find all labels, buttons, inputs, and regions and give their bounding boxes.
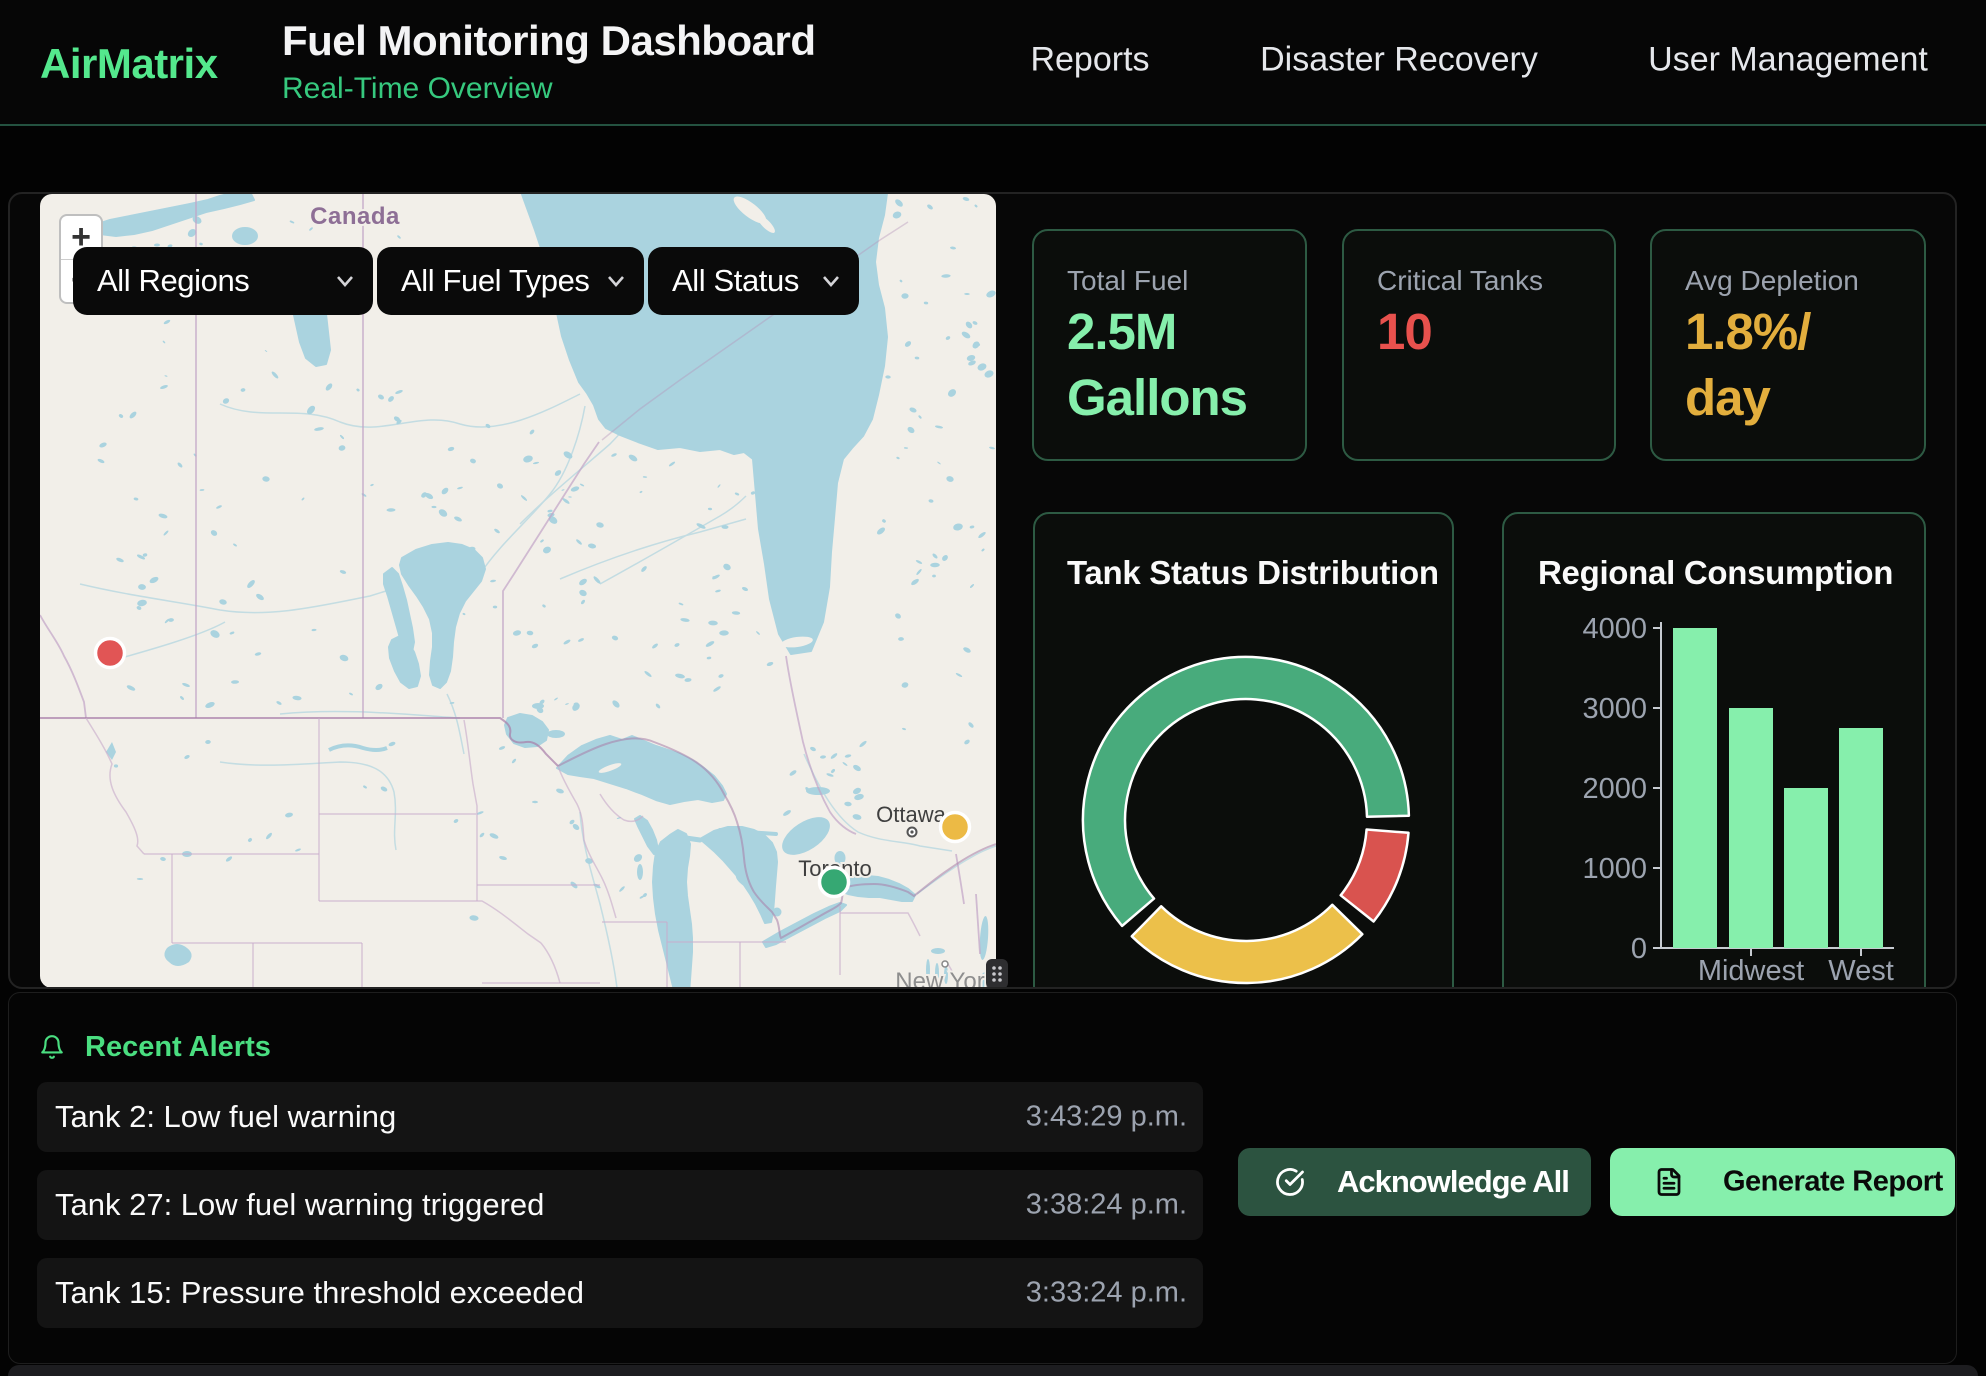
svg-text:1000: 1000: [1582, 853, 1647, 885]
svg-text:3000: 3000: [1582, 693, 1647, 725]
svg-text:Ottawa: Ottawa: [876, 802, 946, 827]
svg-text:New York: New York: [895, 968, 996, 988]
svg-text:0: 0: [1631, 933, 1647, 965]
svg-text:West: West: [1828, 955, 1894, 987]
svg-text:2000: 2000: [1582, 773, 1647, 805]
svg-text:Midwest: Midwest: [1698, 955, 1804, 987]
svg-text:4000: 4000: [1582, 613, 1647, 645]
svg-text:Canada: Canada: [310, 203, 400, 230]
